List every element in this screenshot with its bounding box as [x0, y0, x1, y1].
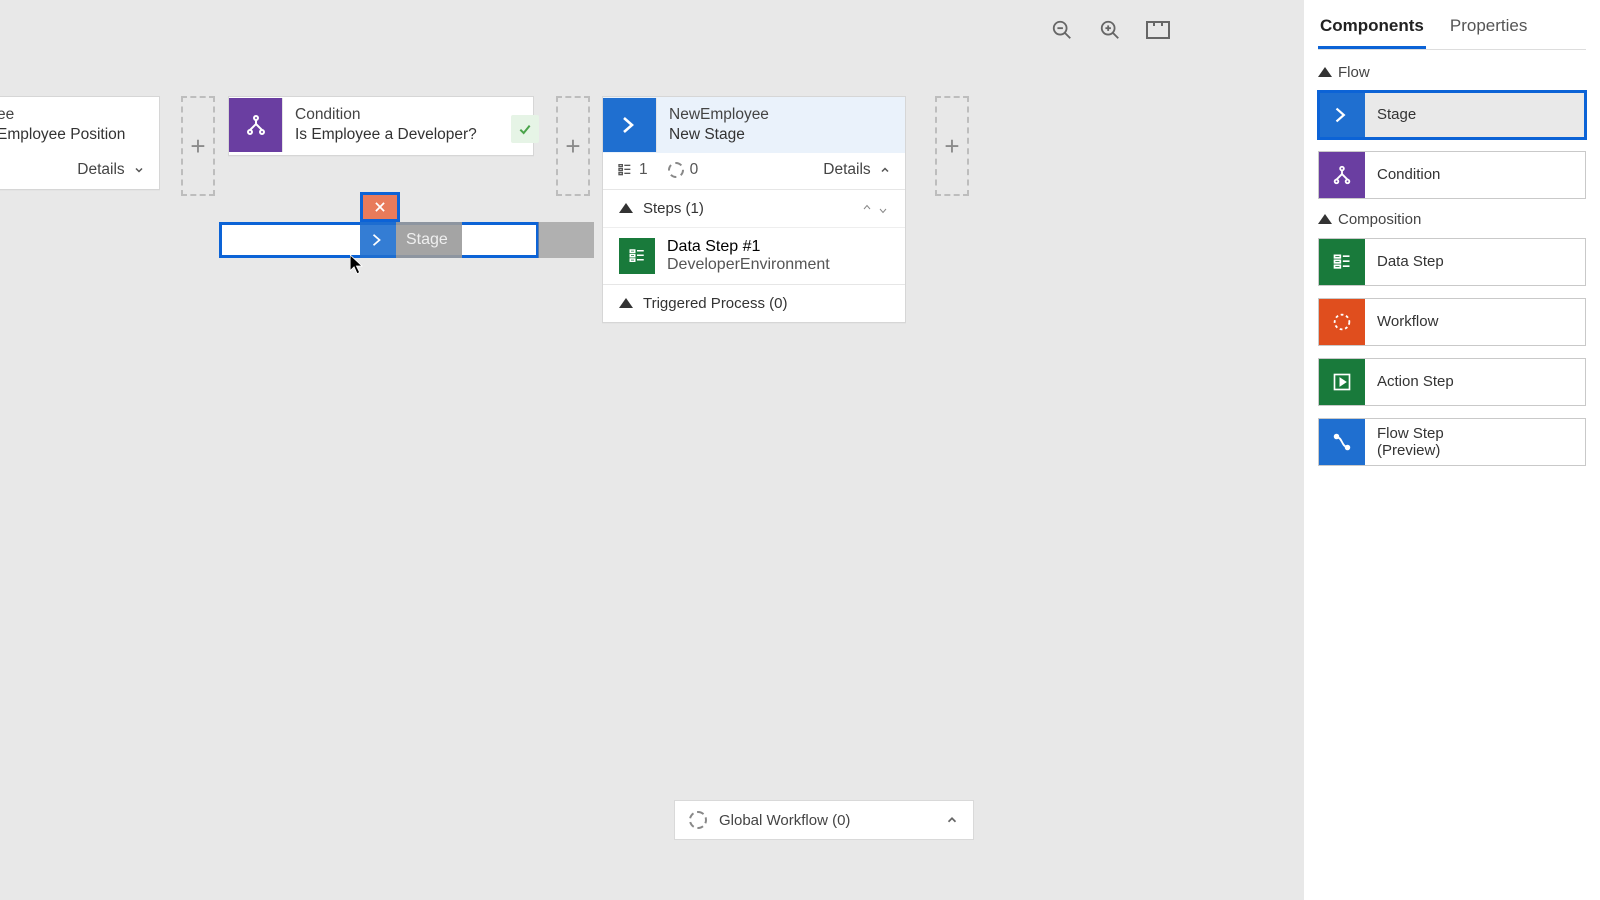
section-composition[interactable]: Composition — [1318, 211, 1586, 228]
component-stage[interactable]: Stage — [1318, 91, 1586, 139]
step-title: Data Step #1 — [667, 238, 830, 256]
condition-false-icon — [360, 192, 400, 222]
component-data-step[interactable]: Data Step — [1318, 238, 1586, 286]
drop-slot[interactable]: + — [181, 96, 215, 196]
component-data-step-label: Data Step — [1365, 253, 1444, 270]
condition-title: Condition — [295, 105, 477, 125]
flow-canvas[interactable]: ee Employee Position Details + Conditi — [0, 0, 1304, 900]
caret-icon — [619, 203, 633, 213]
stage-card-partial[interactable]: ee Employee Position Details — [0, 96, 160, 190]
component-action-step-label: Action Step — [1365, 373, 1454, 390]
drag-ghost-stage: Stage — [360, 222, 462, 258]
triggered-process-row[interactable]: Triggered Process (0) — [603, 284, 905, 322]
chevron-up-icon — [945, 813, 959, 827]
component-workflow-label: Workflow — [1365, 313, 1438, 330]
section-flow-label: Flow — [1338, 64, 1370, 81]
component-flow-step[interactable]: Flow Step(Preview) — [1318, 418, 1586, 466]
condition-icon — [1319, 152, 1365, 198]
condition-true-icon — [511, 115, 539, 143]
component-condition[interactable]: Condition — [1318, 151, 1586, 199]
flow-step-icon — [1319, 419, 1365, 465]
condition-icon — [229, 98, 283, 152]
component-condition-label: Condition — [1365, 166, 1440, 183]
component-flow-step-label: Flow Step(Preview) — [1365, 425, 1444, 460]
section-flow[interactable]: Flow — [1318, 64, 1586, 81]
caret-icon — [1318, 214, 1332, 224]
data-step-icon — [619, 238, 655, 274]
caret-icon — [619, 298, 633, 308]
stage-icon — [360, 222, 396, 258]
cursor-icon — [350, 255, 366, 277]
stage-icon — [603, 98, 657, 152]
reorder-arrows[interactable] — [861, 202, 889, 216]
caret-icon — [1318, 67, 1332, 77]
details-toggle[interactable]: Details — [77, 161, 145, 179]
component-stage-label: Stage — [1365, 106, 1416, 123]
tab-components[interactable]: Components — [1318, 10, 1426, 49]
stage-partial-sub: Employee Position — [0, 125, 125, 145]
drop-slot[interactable]: + — [556, 96, 590, 196]
step-sub: DeveloperEnvironment — [667, 256, 830, 274]
steps-header-row[interactable]: Steps (1) — [603, 189, 905, 227]
component-action-step[interactable]: Action Step — [1318, 358, 1586, 406]
details-toggle[interactable]: Details — [823, 161, 891, 179]
steps-count-metric: 1 — [617, 161, 648, 179]
workflow-count-metric: 0 — [668, 161, 699, 179]
step-item[interactable]: Data Step #1 DeveloperEnvironment — [603, 227, 905, 284]
drop-target-extension — [538, 222, 594, 258]
workflow-icon — [1319, 299, 1365, 345]
action-step-icon — [1319, 359, 1365, 405]
section-composition-label: Composition — [1338, 211, 1421, 228]
component-workflow[interactable]: Workflow — [1318, 298, 1586, 346]
triggered-process-label: Triggered Process (0) — [643, 295, 788, 312]
stage-title: NewEmployee — [669, 105, 769, 125]
global-workflow-label: Global Workflow (0) — [719, 812, 850, 829]
stage-partial-title: ee — [0, 105, 125, 125]
stage-icon — [1319, 92, 1365, 138]
drag-ghost-label: Stage — [406, 231, 448, 249]
stage-card-newemployee[interactable]: NewEmployee New Stage 1 0 Details — [602, 96, 906, 323]
data-step-icon — [1319, 239, 1365, 285]
components-panel: Components Properties Flow Stage Conditi… — [1304, 0, 1600, 900]
stage-sub: New Stage — [669, 125, 769, 145]
steps-header: Steps (1) — [643, 200, 704, 217]
workflow-icon — [689, 811, 707, 829]
tab-properties[interactable]: Properties — [1448, 10, 1529, 49]
global-workflow-bar[interactable]: Global Workflow (0) — [674, 800, 974, 840]
condition-sub: Is Employee a Developer? — [295, 125, 477, 145]
drop-slot[interactable]: + — [935, 96, 969, 196]
condition-card[interactable]: Condition Is Employee a Developer? — [228, 96, 534, 156]
